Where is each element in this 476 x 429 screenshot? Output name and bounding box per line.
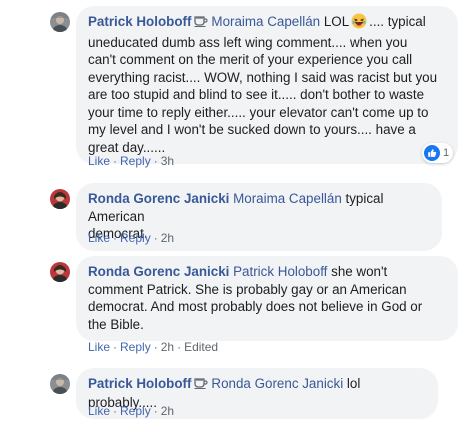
comment-text-line: are too stupid and blind to see it..... … [88, 87, 425, 102]
like-reaction-icon [424, 145, 440, 161]
avatar[interactable] [50, 374, 70, 394]
separator: · [153, 231, 158, 245]
comment-bubble: Patrick Holoboff Moraima Capellán LOL....… [76, 6, 458, 164]
comment-author[interactable]: Ronda Gorenc Janicki [88, 191, 229, 206]
mention-link[interactable]: Ronda Gorenc Janicki [211, 376, 343, 391]
comment-text-line: democrat. And most probably does not bel… [88, 299, 423, 314]
coffee-cup-badge-icon [194, 376, 208, 394]
comment-author[interactable]: Ronda Gorenc Janicki [88, 264, 229, 279]
mention-link[interactable]: Patrick Holoboff [233, 264, 327, 279]
comment-author[interactable]: Patrick Holoboff [88, 376, 191, 391]
avatar-photo-icon [50, 374, 70, 394]
separator: · [113, 231, 118, 245]
separator: · [153, 340, 158, 354]
comment-text-line: uneducated dumb ass left wing comment...… [88, 34, 408, 50]
comment-bubble: Ronda Gorenc Janicki Patrick Holoboff sh… [76, 256, 458, 341]
reply-button[interactable]: Reply [120, 231, 151, 245]
like-button[interactable]: Like [88, 154, 110, 168]
timestamp[interactable]: 2h [161, 231, 174, 245]
comment-actions: Like · Reply · 2h [88, 404, 174, 418]
like-button[interactable]: Like [88, 231, 110, 245]
separator: · [153, 154, 158, 168]
comment-actions: Like · Reply · 2h · Edited [88, 340, 218, 354]
reaction-count[interactable]: 1 [422, 143, 454, 163]
avatar[interactable] [50, 189, 70, 209]
comment-text-line: your time to reply either..... your elev… [88, 104, 429, 120]
separator: · [153, 404, 158, 418]
like-button[interactable]: Like [88, 404, 110, 418]
avatar-photo-icon [50, 12, 70, 32]
avatar[interactable] [50, 12, 70, 32]
separator: · [113, 154, 118, 168]
comment-text-line: my level and I won't be sucked down to y… [88, 122, 416, 137]
separator: · [177, 340, 182, 354]
comment-text-line: the Bible. [88, 316, 144, 332]
separator: · [113, 340, 118, 354]
comment-text: LOL [323, 14, 350, 29]
reply-button[interactable]: Reply [120, 404, 151, 418]
mention-link[interactable]: Moraima Capellán [211, 14, 320, 29]
separator: · [113, 404, 118, 418]
comment-text-line: .... typical [369, 14, 426, 29]
avatar-photo-icon [50, 262, 70, 282]
avatar[interactable] [50, 262, 70, 282]
coffee-cup-badge-icon [194, 14, 208, 32]
comment-text-line: she won't [327, 264, 388, 279]
comment-author[interactable]: Patrick Holoboff [88, 14, 191, 29]
like-button[interactable]: Like [88, 340, 110, 354]
reply-button[interactable]: Reply [120, 154, 151, 168]
timestamp[interactable]: 2h [161, 404, 174, 418]
comment-actions: Like · Reply · 3h [88, 154, 174, 168]
timestamp[interactable]: 3h [161, 154, 174, 168]
timestamp[interactable]: 2h [161, 340, 174, 354]
comment-text-line: comment Patrick. She is probably gay or … [88, 281, 407, 297]
reply-button[interactable]: Reply [120, 340, 151, 354]
laughing-emoji-icon [351, 13, 367, 34]
mention-link[interactable]: Moraima Capellán [233, 191, 342, 206]
comment-text-line: can't comment on the merit of your exper… [88, 52, 413, 67]
comment-text-line: everything racist.... WOW, nothing I sai… [88, 69, 438, 85]
edited-label[interactable]: Edited [184, 340, 218, 354]
avatar-photo-icon [50, 189, 70, 209]
reaction-count-value: 1 [443, 147, 450, 159]
comment-actions: Like · Reply · 2h [88, 231, 174, 245]
